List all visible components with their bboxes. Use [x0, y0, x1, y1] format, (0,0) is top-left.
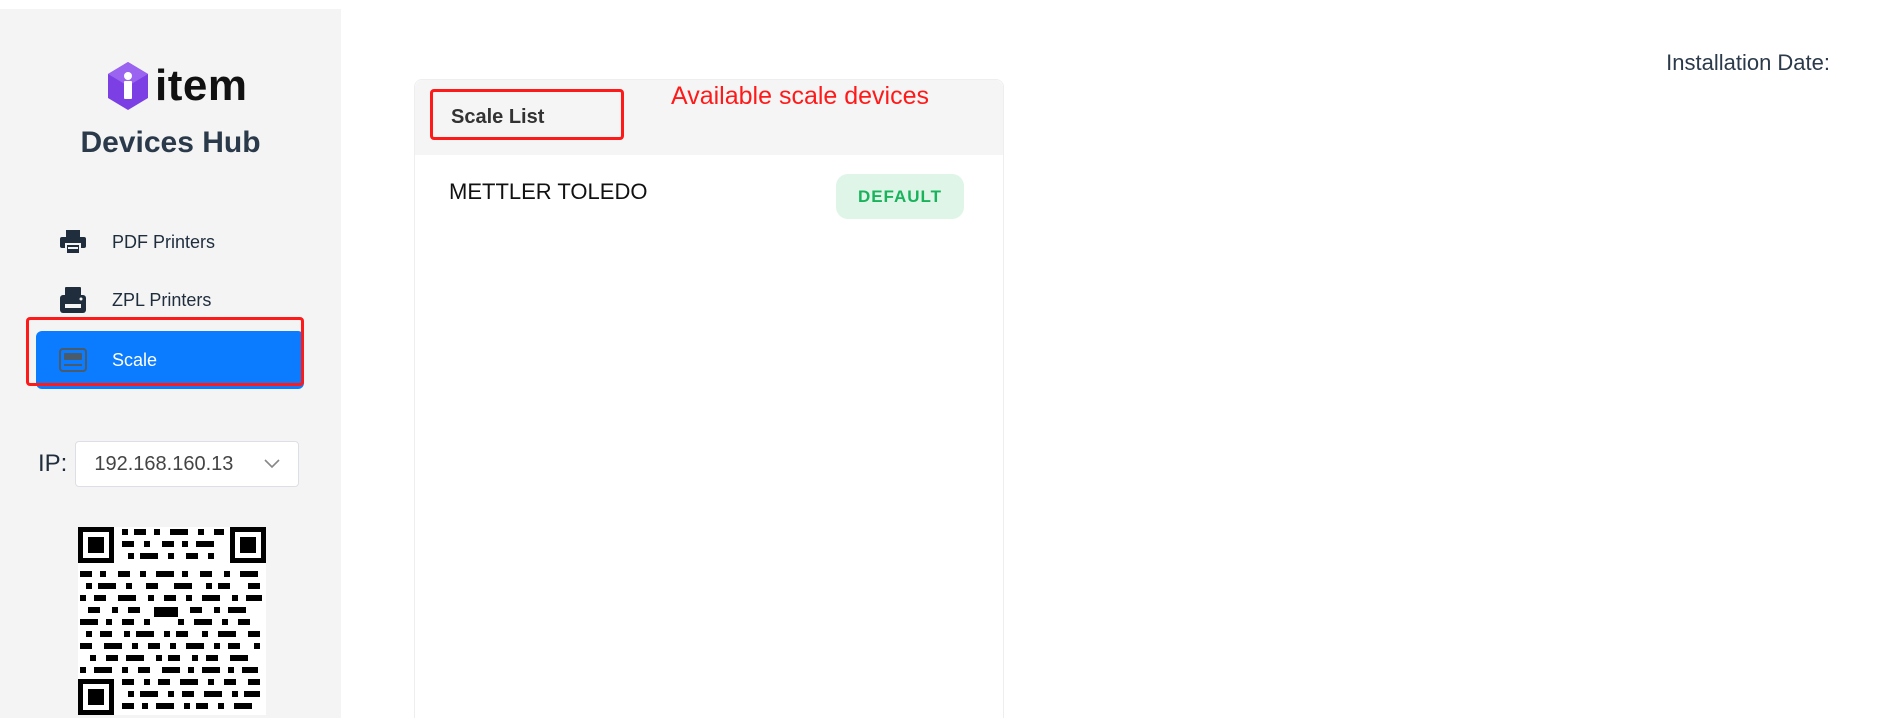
logo-text: item [155, 61, 248, 110]
label-printer-icon [58, 285, 88, 315]
qr-code [78, 527, 266, 715]
sidebar-item-scale[interactable]: Scale [36, 331, 304, 389]
installation-date-label: Installation Date: [1666, 50, 1830, 75]
sidebar-item-label: Scale [112, 349, 158, 370]
sidebar: item Devices Hub PDF Printers ZPL Printe… [0, 9, 341, 718]
ip-label: IP: [38, 450, 68, 477]
ip-select[interactable]: 192.168.160.13 [75, 441, 300, 487]
sidebar-nav: PDF Printers ZPL Printers Scale [36, 213, 304, 389]
device-list: METTLER TOLEDO DEFAULT [414, 79, 1004, 379]
sidebar-item-zpl-printers[interactable]: ZPL Printers [36, 271, 304, 329]
hexagon-logo-icon [108, 62, 148, 110]
chevron-down-icon [264, 459, 280, 469]
sidebar-item-label: ZPL Printers [112, 289, 212, 310]
default-badge: DEFAULT [836, 174, 964, 219]
qr-code-icon [78, 527, 266, 715]
ip-value: 192.168.160.13 [94, 452, 234, 475]
printer-icon [58, 227, 88, 257]
scale-icon [58, 345, 88, 375]
sidebar-item-label: PDF Printers [112, 231, 216, 252]
app-title: Devices Hub [80, 126, 261, 159]
brand-logo: item [107, 56, 247, 116]
sidebar-item-pdf-printers[interactable]: PDF Printers [36, 213, 304, 271]
ip-row: IP: 192.168.160.13 [38, 441, 300, 487]
device-name[interactable]: METTLER TOLEDO [449, 179, 647, 205]
